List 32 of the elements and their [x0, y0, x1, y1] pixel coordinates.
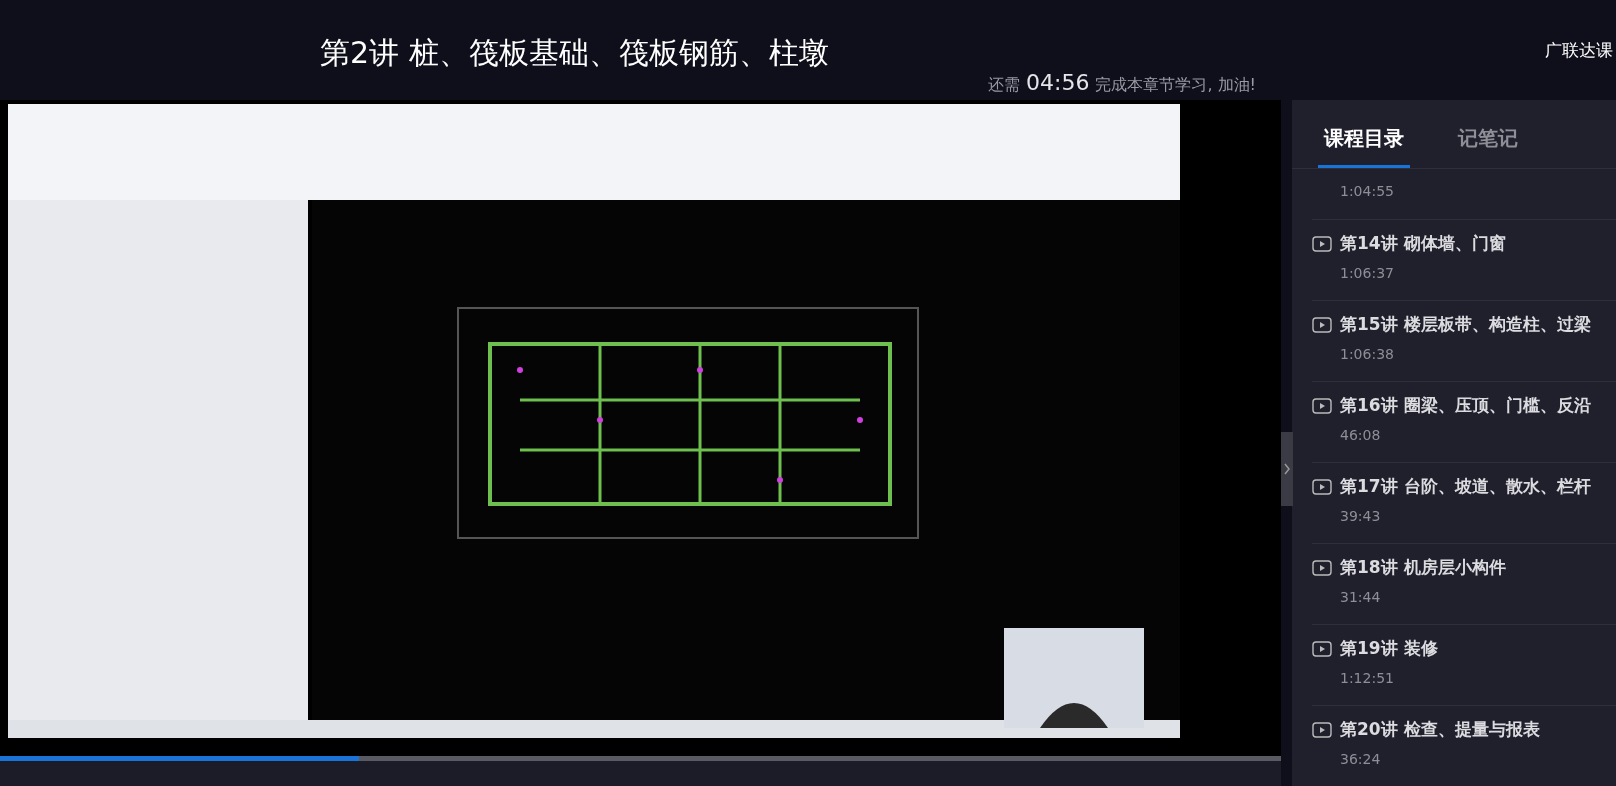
play-icon: [1312, 478, 1332, 495]
play-icon: [1312, 721, 1332, 738]
brand-name: 广联达课: [1545, 39, 1613, 62]
lesson-duration: 1:06:38: [1340, 344, 1395, 364]
lesson-duration: 36:24: [1340, 749, 1382, 769]
lesson-title[interactable]: 第20讲 检查、提量与报表: [1340, 717, 1540, 743]
play-icon: [1312, 397, 1332, 414]
sidebar-tab[interactable]: 记笔记: [1452, 122, 1524, 168]
lesson-title[interactable]: 第18讲 机房层小构件: [1340, 555, 1506, 581]
lecture-title: 第2讲 桩、筏板基础、筏板钢筋、柱墩: [320, 34, 829, 72]
collapse-handle[interactable]: [1281, 432, 1293, 506]
play-icon: [1312, 316, 1332, 333]
lesson-title[interactable]: 第15讲 楼层板带、构造柱、过梁: [1340, 312, 1591, 338]
sidebar-tab[interactable]: 课程目录: [1318, 122, 1410, 168]
lesson-title[interactable]: 第16讲 圈梁、压顶、门槛、反沿: [1340, 393, 1591, 419]
lesson-duration: 46:08: [1340, 425, 1382, 445]
play-icon: [1312, 559, 1332, 576]
lesson-duration: 1:12:51: [1340, 668, 1395, 688]
lesson-title[interactable]: 第14讲 砌体墙、门窗: [1340, 231, 1506, 257]
play-icon: [1312, 235, 1332, 252]
lesson-title[interactable]: 第19讲 装修: [1340, 636, 1438, 662]
timer-label: 还需: [988, 74, 1020, 96]
timer-message: 完成本章节学习, 加油!: [1095, 74, 1256, 96]
lesson-title[interactable]: 第17讲 台阶、坡道、散水、栏杆: [1340, 474, 1591, 500]
progress-bar[interactable]: [0, 756, 1281, 761]
lesson-duration: 39:43: [1340, 506, 1382, 526]
remaining-time: 04:56: [1026, 69, 1090, 97]
lesson-duration: 1:04:55: [1340, 182, 1395, 201]
lesson-duration: 31:44: [1340, 587, 1382, 607]
chevron-icon: [1283, 462, 1291, 476]
play-icon: [1312, 640, 1332, 657]
lesson-duration: 1:06:37: [1340, 263, 1395, 283]
